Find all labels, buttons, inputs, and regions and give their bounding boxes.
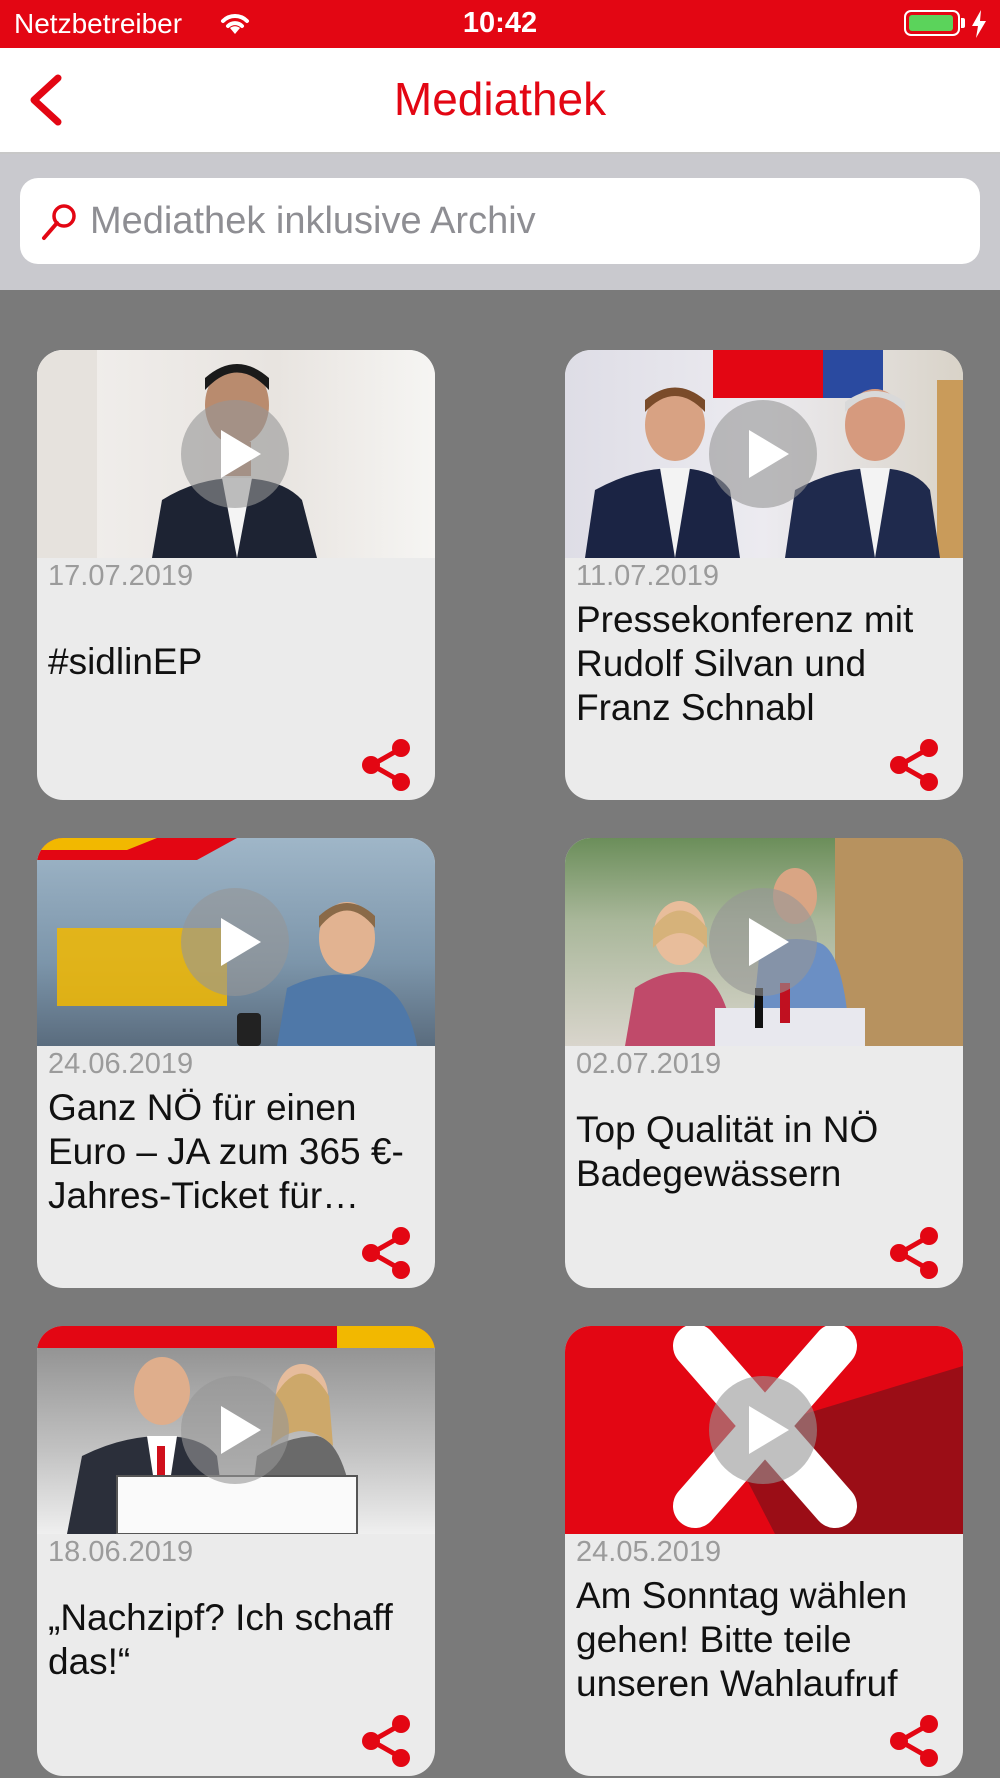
- media-title: Am Sonntag wählen gehen! Bitte teile uns…: [576, 1575, 908, 1704]
- media-date: 24.06.2019: [48, 1048, 194, 1080]
- media-title: #sidlinEP: [48, 641, 203, 682]
- status-bar: Netzbetreiber 10:42: [0, 0, 1000, 48]
- video-thumbnail: [37, 350, 435, 558]
- video-thumbnail: [565, 838, 963, 1046]
- play-icon[interactable]: [181, 888, 289, 996]
- share-icon[interactable]: [359, 1226, 413, 1280]
- media-card[interactable]: 24.05.2019 Am Sonntag wählen gehen! Bitt…: [565, 1326, 963, 1776]
- play-icon[interactable]: [709, 888, 817, 996]
- media-date: 18.06.2019: [48, 1536, 194, 1568]
- media-title: Ganz NÖ für einen Euro – JA zum 365 €-Ja…: [48, 1087, 404, 1216]
- play-icon[interactable]: [181, 400, 289, 508]
- media-title: Pressekonferenz mit Rudolf Silvan und Fr…: [576, 599, 914, 728]
- media-card[interactable]: 11.07.2019 Pressekonferenz mit Rudolf Si…: [565, 350, 963, 800]
- clock: 10:42: [462, 7, 538, 39]
- share-icon[interactable]: [359, 738, 413, 792]
- charging-icon: [972, 10, 986, 38]
- video-thumbnail: [565, 1326, 963, 1534]
- media-date: 02.07.2019: [576, 1048, 722, 1080]
- battery-tip: [961, 18, 965, 28]
- video-thumbnail: [37, 838, 435, 1046]
- share-icon[interactable]: [887, 1226, 941, 1280]
- play-icon[interactable]: [181, 1376, 289, 1484]
- share-icon[interactable]: [887, 1714, 941, 1768]
- search-bar-container: [0, 154, 1000, 290]
- media-card[interactable]: 24.06.2019 Ganz NÖ für einen Euro – JA z…: [37, 838, 435, 1288]
- media-date: 11.07.2019: [576, 560, 719, 592]
- share-icon[interactable]: [887, 738, 941, 792]
- media-card[interactable]: 02.07.2019 Top Qualität in NÖ Badegewäss…: [565, 838, 963, 1288]
- video-thumbnail: [565, 350, 963, 558]
- media-date: 17.07.2019: [48, 560, 194, 592]
- media-grid: 17.07.2019 #sidlinEP 11.07.2019 Presseko…: [37, 350, 963, 1776]
- share-icon[interactable]: [359, 1714, 413, 1768]
- media-title: „Nachzipf? Ich schaff das!“: [48, 1597, 393, 1682]
- media-title: Top Qualität in NÖ Badegewässern: [576, 1109, 879, 1194]
- navigation-bar: Mediathek: [0, 48, 1000, 154]
- video-thumbnail: [37, 1326, 435, 1534]
- search-field[interactable]: [20, 178, 980, 264]
- search-input[interactable]: [88, 188, 962, 254]
- media-card[interactable]: 18.06.2019 „Nachzipf? Ich schaff das!“: [37, 1326, 435, 1776]
- play-icon[interactable]: [709, 400, 817, 508]
- search-icon: [42, 204, 76, 240]
- media-date: 24.05.2019: [576, 1536, 722, 1568]
- page-title: Mediathek: [393, 73, 607, 125]
- battery-icon: [904, 10, 960, 36]
- play-icon[interactable]: [709, 1376, 817, 1484]
- media-card[interactable]: 17.07.2019 #sidlinEP: [37, 350, 435, 800]
